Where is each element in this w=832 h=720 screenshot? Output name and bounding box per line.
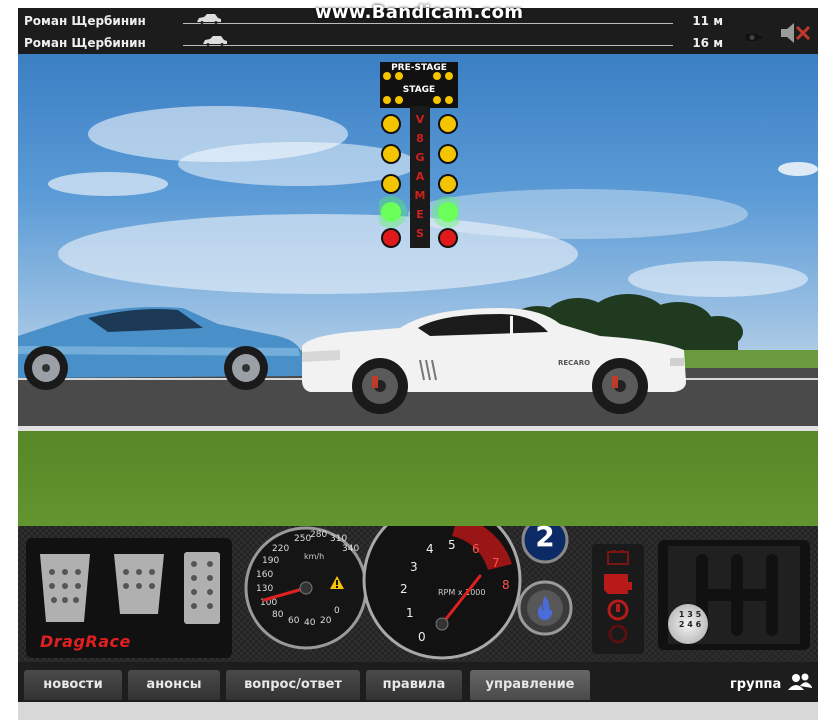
tab-rules[interactable]: правила — [366, 670, 462, 700]
clutch-pedal[interactable] — [40, 554, 90, 622]
tab-faq[interactable]: вопрос/ответ — [226, 670, 360, 700]
shifter-digit: 3 — [687, 610, 693, 619]
shifter-digit: 1 — [678, 610, 685, 619]
player-car — [302, 308, 686, 414]
brand-letter: A — [415, 170, 425, 183]
shifter-digit: 6 — [695, 620, 702, 629]
prestage-label: PRE-STAGE — [391, 63, 447, 73]
bottom-nav: новости анонсы вопрос/ответ правила упра… — [18, 662, 818, 702]
speedometer: 220 250 280 310 340 190 160 130 100 80 6… — [246, 528, 366, 648]
logo-part1: Drag — [40, 632, 86, 651]
footer-strip — [18, 702, 818, 720]
drag-race-logo: DragRace — [40, 632, 131, 651]
brand-letter: S — [416, 227, 424, 240]
shifter-digit: 4 — [687, 620, 693, 629]
stage-label: STAGE — [402, 85, 436, 95]
brand-letter: E — [416, 208, 424, 221]
brand-letter: 8 — [416, 132, 424, 145]
group-users-icon[interactable] — [788, 672, 812, 692]
brand-letter: G — [415, 151, 425, 164]
race-row-opponent: Роман Щербинин 16 м — [18, 32, 818, 54]
opponent-car — [18, 307, 303, 390]
dashboard: DragRace 220 250 280 310 340 190 160 130… — [18, 520, 818, 662]
car-icon — [197, 14, 221, 24]
tab-controls[interactable]: управление — [470, 670, 590, 700]
distance-value: 16 м — [692, 36, 723, 50]
sound-muted-icon[interactable] — [778, 20, 812, 46]
start-light-tree: PRE-STAGE STAGE V 8 G A M E S — [375, 62, 464, 248]
gas-pedal[interactable] — [184, 552, 220, 624]
tab-news[interactable]: новости — [24, 670, 122, 700]
racer-name: Роман Щербинин — [24, 36, 146, 50]
shifter-digit: 5 — [695, 610, 702, 619]
car-icon — [203, 36, 227, 46]
tab-announcements[interactable]: анонсы — [128, 670, 220, 700]
logo-part2: Race — [85, 632, 131, 651]
distance-value: 11 м — [692, 14, 723, 28]
race-track-line — [183, 45, 673, 46]
shifter-digit: 2 — [678, 620, 685, 629]
nitro-flame-icon[interactable] — [535, 596, 555, 620]
watermark: www.Bandicam.com — [315, 2, 524, 23]
brand-letter: V — [415, 113, 425, 126]
brake-warning-icon — [608, 624, 628, 644]
race-scene: PRE-STAGE STAGE V 8 G A M E S RECARO — [18, 54, 818, 526]
race-track-line — [183, 23, 673, 24]
check-engine-icon — [604, 574, 632, 594]
racer-name: Роман Щербинин — [24, 14, 146, 28]
v8-games-brand: V 8 G A M E S — [410, 110, 430, 243]
pedals — [40, 552, 220, 624]
brake-pedal[interactable] — [114, 554, 164, 614]
battery-warning-icon — [607, 550, 629, 565]
warning-lights — [604, 550, 632, 644]
gear-indicator: 2 — [535, 520, 555, 553]
brand-letter: M — [414, 189, 426, 202]
group-link[interactable]: группа — [730, 677, 781, 692]
rpm-needle — [435, 574, 482, 631]
speed-needle — [262, 581, 313, 602]
shifter-pattern: 1 3 5 2 4 6 — [678, 610, 702, 630]
car-decal: RECARO — [558, 359, 591, 367]
camera-icon[interactable] — [744, 30, 764, 44]
tachometer: 0 1 2 3 4 5 6 7 8 RPM x 1000 — [364, 502, 520, 658]
oil-warning-icon — [607, 599, 629, 621]
